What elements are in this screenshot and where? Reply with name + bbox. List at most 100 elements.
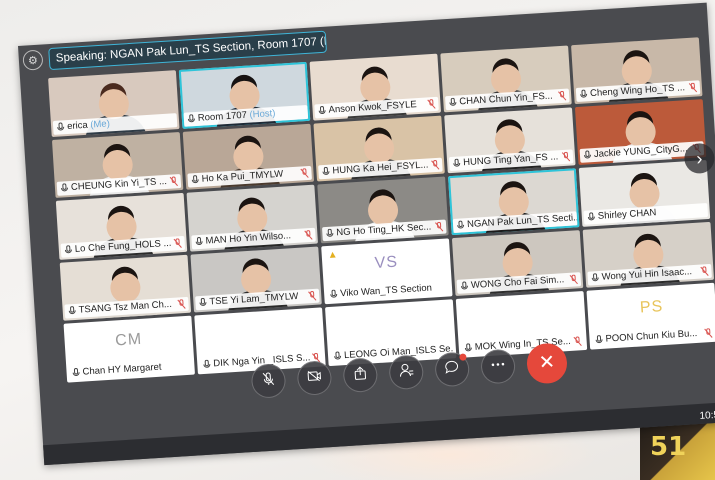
mic-icon — [456, 220, 466, 231]
participant-tile[interactable]: CHAN Chun Yin_FS... — [440, 45, 572, 112]
participant-name: Ho Ka Pui_TMYLW — [201, 168, 284, 185]
participant-initials: VS — [374, 253, 399, 272]
mic-icon — [460, 281, 470, 292]
participant-tile[interactable]: Ho Ka Pui_TMYLW — [182, 123, 315, 190]
share-button[interactable] — [342, 357, 379, 394]
participant-label: Chan HY Margaret — [68, 358, 193, 380]
participant-role: (Me) — [87, 117, 111, 131]
mic-icon — [202, 359, 212, 370]
participant-name: Chan HY Margaret — [82, 361, 162, 378]
participant-tile[interactable]: Anson Kwok_FSYLE — [309, 53, 441, 121]
meeting-window: ⚙ Speaking: NGAN Pak Lun_TS Section, Roo… — [18, 2, 715, 466]
participant-tile[interactable]: HUNG Ka Hei_FSYL... — [313, 115, 445, 182]
participant-tile[interactable]: CM Chan HY Margaret — [63, 315, 195, 383]
participant-name: Viko Wan_TS Section — [339, 282, 433, 300]
participant-name: CHEUNG Kin Yi_TS ... — [70, 175, 168, 193]
mic-icon — [325, 228, 335, 239]
mic-icon — [198, 297, 208, 309]
settings-icon[interactable]: ⚙ — [22, 49, 44, 71]
muted-icon — [173, 237, 182, 248]
mic-icon — [56, 121, 66, 133]
participant-role: (Host) — [246, 107, 276, 121]
mute-mic-button[interactable] — [250, 362, 287, 399]
muted-icon — [569, 274, 578, 285]
mic-off-icon — [260, 370, 277, 392]
close-icon — [538, 352, 555, 374]
warning-icon: ▲ — [327, 248, 338, 261]
participant-tile[interactable]: HUNG Ting Yan_FS ... — [444, 106, 576, 174]
participant-tile[interactable]: NGAN Pak Lun_TS Secti... — [448, 168, 580, 235]
mic-icon — [187, 113, 197, 124]
muted-icon — [169, 176, 179, 187]
muted-icon — [558, 90, 567, 101]
participant-name: HUNG Ka Hei_FSYL... — [332, 159, 429, 177]
participant-tile[interactable]: Wong Yui Hin Isaac... — [582, 221, 715, 288]
participants-icon — [398, 361, 415, 383]
clock: 10:56 — [699, 409, 715, 422]
participant-name: NGAN Pak Lun_TS Secti... — [466, 211, 578, 230]
participant-initials: CM — [114, 330, 143, 350]
mic-icon — [583, 150, 593, 161]
mic-icon — [329, 289, 339, 300]
muted-icon — [688, 82, 698, 92]
participant-name: Jackie YUNG_CityG... — [593, 143, 688, 161]
participant-tile[interactable]: VS ▲ Viko Wan_TS Section — [321, 237, 453, 305]
mic-icon — [594, 334, 604, 345]
participant-tile[interactable]: TSANG Tsz Man Ch... — [59, 254, 192, 321]
participant-tile[interactable]: erica (Me) — [48, 70, 180, 137]
participant-tile[interactable]: Room 1707 (Host) — [178, 61, 311, 129]
more-button[interactable] — [480, 348, 517, 385]
muted-icon — [700, 266, 709, 276]
participant-name: Shirley CHAN — [597, 206, 657, 222]
chat-icon — [444, 358, 461, 380]
participant-tile[interactable]: CHEUNG Kin Yi_TS ... — [51, 131, 184, 198]
muted-icon — [427, 98, 436, 109]
mic-icon — [60, 183, 70, 194]
mic-icon — [321, 166, 331, 178]
stop-video-button[interactable] — [296, 360, 333, 397]
participant-tile[interactable]: PS POON Chun Kiu Bu... — [586, 282, 715, 350]
participant-initials: PS — [639, 298, 664, 317]
mic-icon — [448, 97, 458, 108]
chat-button[interactable] — [434, 351, 471, 388]
leave-button[interactable] — [525, 342, 569, 385]
participant-label: POON Chun Kiu Bu... — [591, 325, 715, 348]
more-icon — [489, 356, 506, 378]
mic-icon — [587, 211, 597, 223]
muted-icon — [308, 291, 317, 301]
participant-name: NG Ho Ting_HK Sec... — [335, 220, 432, 238]
mic-icon — [590, 273, 600, 284]
participant-name: Cheng Wing Ho_TS ... — [589, 81, 686, 99]
participant-tile[interactable]: WONG Cho Fai Sim... — [451, 229, 584, 297]
muted-icon — [573, 335, 582, 346]
participant-name: erica — [66, 119, 89, 132]
mic-icon — [579, 89, 589, 100]
participant-tile[interactable]: Lo Che Fung_HOLS ... — [55, 192, 188, 260]
participant-tile[interactable]: NG Ho Ting_HK Sec... — [317, 176, 449, 243]
participant-tile[interactable]: Cheng Wing Ho_TS ... — [571, 37, 703, 104]
participant-name: WONG Cho Fai Sim... — [470, 274, 565, 292]
participant-tile[interactable]: TSE Yi Lam_TMYLW — [190, 246, 322, 313]
video-off-icon — [306, 367, 323, 389]
participant-name: HUNG Ting Yan_FS ... — [462, 151, 559, 169]
side-poster-text: 51 — [650, 432, 687, 462]
mic-icon — [190, 175, 200, 186]
participant-tile[interactable]: MAN Ho Yin Wilso... — [186, 184, 318, 252]
mic-icon — [71, 367, 81, 378]
participant-label: Viko Wan_TS Section — [325, 280, 451, 303]
mic-icon — [317, 105, 327, 116]
muted-icon — [177, 299, 186, 309]
mic-icon — [67, 306, 77, 317]
participant-name: POON Chun Kiu Bu... — [605, 327, 698, 345]
share-icon — [352, 364, 369, 386]
muted-icon — [431, 160, 440, 170]
mic-icon — [452, 158, 462, 169]
notification-dot — [459, 353, 467, 361]
mic-icon — [194, 236, 204, 247]
participant-name: Room 1707 — [197, 109, 248, 124]
participants-button[interactable] — [388, 354, 425, 391]
participant-name: Lo Che Fung_HOLS ... — [74, 237, 172, 255]
mic-icon — [64, 244, 74, 255]
muted-icon — [561, 151, 571, 162]
participant-name: TSANG Tsz Man Ch... — [78, 298, 173, 316]
